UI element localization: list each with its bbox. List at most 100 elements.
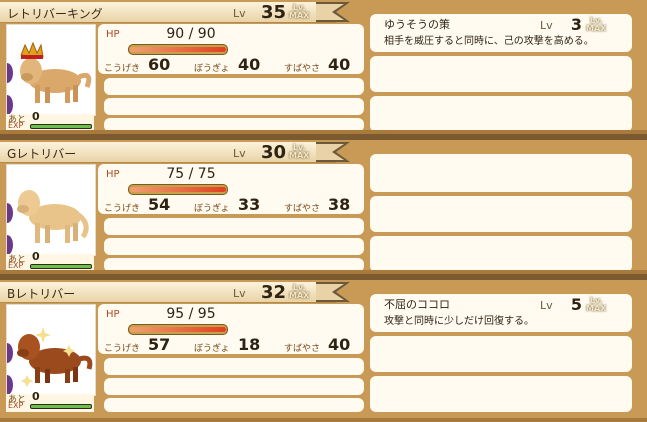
exp-remaining-value: 0: [32, 250, 40, 263]
skill-slot[interactable]: [370, 196, 632, 232]
exp-box: あと EXP 0: [6, 110, 94, 132]
equip-slot[interactable]: [104, 378, 364, 395]
speed-label: すばやさ: [284, 344, 321, 354]
skill-slot[interactable]: [370, 56, 632, 92]
stat-box: HP 75 / 75 こうげき 54 ぼうぎょ 33 すばやさ 38: [98, 164, 364, 214]
golden-retriever-king-crown-icon: [7, 41, 92, 115]
exp-bar: [30, 404, 92, 409]
stat-box: HP 90 / 90 こうげき 60 ぼうぎょ 40 すばやさ 40: [98, 24, 364, 74]
unit-card-3[interactable]: Bレトリバー Lv 32 Lv. MAX あと EXP 0 HP 95 / 95…: [0, 280, 647, 422]
equip-slot[interactable]: [104, 98, 364, 115]
defense-value: 33: [238, 195, 261, 214]
hp-bar-fill: [130, 327, 226, 332]
golden-retriever-icon: [7, 190, 89, 255]
skill-slot[interactable]: [370, 154, 632, 192]
equip-slot[interactable]: [104, 218, 364, 235]
exp-bar-fill: [31, 125, 91, 128]
attack-value: 54: [148, 195, 171, 214]
unit-portrait[interactable]: [6, 24, 96, 116]
equip-slot[interactable]: [104, 78, 364, 95]
attack-label: こうげき: [104, 204, 141, 214]
level-label: Lv: [233, 147, 246, 160]
unit-portrait[interactable]: [6, 164, 96, 256]
exp-bar-fill: [31, 265, 91, 268]
header-arrow-icon: [316, 282, 350, 302]
lv-max-badge: Lv. MAX: [289, 143, 310, 160]
attack-label: こうげき: [104, 64, 141, 74]
equip-slot[interactable]: [104, 238, 364, 255]
lv-max-badge: Lv. MAX: [289, 3, 310, 20]
stat-panel: HP 90 / 90 こうげき 60 ぼうぎょ 40 すばやさ 40: [98, 24, 364, 132]
attack-value: 60: [148, 55, 171, 74]
level-label: Lv: [233, 7, 246, 20]
hp-value: 75 / 75: [166, 166, 216, 182]
unit-header: Gレトリバー Lv 30 Lv. MAX: [0, 142, 336, 163]
stat-panel: HP 95 / 95 こうげき 57 ぼうぎょ 18 すばやさ 40: [98, 304, 364, 412]
skill-description: 相手を威圧すると同時に、己の攻撃を高める。: [384, 36, 594, 47]
speed-label: すばやさ: [284, 64, 321, 74]
unit-name: レトリバーキング: [7, 7, 103, 21]
header-arrow-icon: [316, 2, 350, 22]
exp-label: EXP: [8, 261, 24, 270]
attack-value: 57: [148, 335, 171, 354]
speed-value: 40: [328, 335, 351, 354]
skill-slot[interactable]: [370, 236, 632, 272]
skill-slot[interactable]: [370, 96, 632, 132]
unit-card-2[interactable]: Gレトリバー Lv 30 Lv.MAX あと EXP 0 HP 75 / 75: [0, 140, 647, 274]
unit-header: レトリバーキング Lv 35 Lv. MAX: [0, 2, 336, 23]
equip-slot[interactable]: [104, 398, 364, 412]
exp-bar: [30, 124, 92, 129]
hp-bar: [128, 44, 228, 55]
equip-slot[interactable]: [104, 358, 364, 375]
stat-box: HP 95 / 95 こうげき 57 ぼうぎょ 18 すばやさ 40: [98, 304, 364, 354]
skill-slot[interactable]: [370, 376, 632, 412]
speed-label: すばやさ: [284, 204, 321, 214]
unit-name: Gレトリバー: [7, 147, 77, 161]
exp-remaining-value: 0: [32, 110, 40, 123]
skill-slot[interactable]: [370, 336, 632, 372]
skill-lv-max-badge: Lv. MAX: [586, 296, 607, 313]
stat-panel: HP 75 / 75 こうげき 54 ぼうぎょ 33 すばやさ 38: [98, 164, 364, 272]
level-value: 32: [260, 282, 286, 303]
hp-bar: [128, 184, 228, 195]
exp-bar: [30, 264, 92, 269]
hp-bar-fill: [130, 187, 226, 192]
level-value: 35: [260, 2, 286, 23]
hp-label: HP: [106, 29, 120, 40]
skill-box[interactable]: ゆうそうの策 相手を威圧すると同時に、己の攻撃を高める。 Lv 3 Lv. MAX: [370, 14, 632, 52]
skill-panel: ゆうそうの策 相手を威圧すると同時に、己の攻撃を高める。 Lv 3 Lv. MAX: [368, 10, 634, 134]
hp-value: 95 / 95: [166, 306, 216, 322]
exp-label: EXP: [8, 121, 24, 130]
defense-label: ぼうぎょ: [194, 344, 230, 354]
skill-name: 不屈のココロ: [384, 298, 450, 311]
unit-portrait[interactable]: [6, 304, 96, 396]
exp-label: EXP: [8, 401, 24, 410]
equip-slot[interactable]: [104, 118, 364, 132]
skill-box[interactable]: 不屈のココロ 攻撃と同時に少しだけ回復する。 Lv 5 Lv. MAX: [370, 294, 632, 332]
exp-box: あと EXP 0: [6, 390, 94, 412]
level-label: Lv: [233, 287, 246, 300]
defense-label: ぼうぎょ: [194, 204, 230, 214]
skill-name: ゆうそうの策: [384, 18, 450, 31]
attack-label: こうげき: [104, 344, 141, 354]
hp-bar-fill: [130, 47, 226, 52]
skill-panel: [368, 150, 634, 274]
unit-card-1[interactable]: レトリバーキング Lv 35 Lv. MAX あと EXP 0 HP 90 / …: [0, 0, 647, 134]
header-arrow-icon: [316, 142, 350, 162]
exp-box: あと EXP 0: [6, 250, 94, 272]
equip-slot[interactable]: [104, 258, 364, 272]
skill-panel: 不屈のココロ 攻撃と同時に少しだけ回復する。 Lv 5 Lv. MAX: [368, 290, 634, 414]
hp-value: 90 / 90: [166, 26, 216, 42]
brown-retriever-sparkle-icon: [7, 327, 93, 395]
speed-value: 38: [328, 195, 351, 214]
defense-label: ぼうぎょ: [194, 64, 230, 74]
defense-value: 40: [238, 55, 261, 74]
unit-name: Bレトリバー: [7, 287, 76, 301]
exp-bar-fill: [31, 405, 91, 408]
hp-label: HP: [106, 169, 120, 180]
hp-label: HP: [106, 309, 120, 320]
skill-level-label: Lv: [540, 19, 553, 32]
skill-level-value: 5: [570, 295, 582, 314]
hp-bar: [128, 324, 228, 335]
skill-description: 攻撃と同時に少しだけ回復する。: [384, 316, 534, 327]
